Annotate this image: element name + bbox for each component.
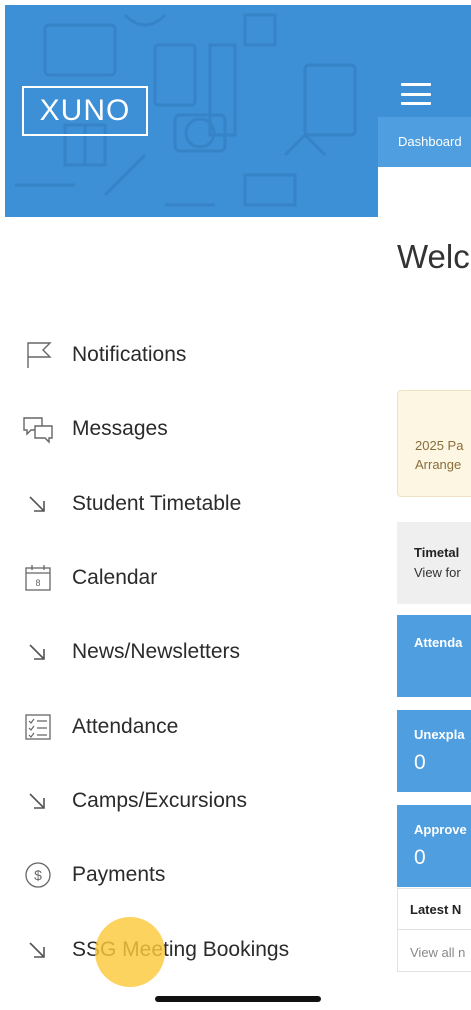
menu-item-label: Payments	[72, 863, 166, 887]
menu-item-calendar[interactable]: 8 Calendar	[0, 541, 378, 615]
checklist-icon	[22, 711, 54, 743]
menu-item-label: News/Newsletters	[72, 640, 241, 664]
menu-item-label: Messages	[72, 417, 168, 441]
hamburger-menu-icon[interactable]	[401, 83, 431, 105]
timetable-tile[interactable]: Timetal View for	[397, 522, 471, 604]
menu-item-camps-excursions[interactable]: Camps/Excursions	[0, 764, 378, 838]
menu-item-ssg-meeting-bookings[interactable]: SSG Meeting Bookings	[0, 912, 378, 986]
menu-item-payments[interactable]: $ Payments	[0, 838, 378, 912]
app-bar	[373, 5, 471, 117]
menu-item-label: Notifications	[72, 343, 187, 367]
menu-item-label: Student Timetable	[72, 491, 242, 515]
latest-news-header: Latest N	[397, 888, 471, 930]
menu-item-messages[interactable]: Messages	[0, 392, 378, 466]
breadcrumb-dashboard[interactable]: Dashboard	[398, 134, 462, 149]
view-all-row[interactable]: View all n	[397, 930, 471, 972]
approved-tile-value: 0	[414, 846, 426, 869]
latest-news-title: Latest N	[410, 902, 462, 917]
dashboard-panel: Dashboard Welco 2025 Pa Arrange Timetal …	[372, 0, 471, 1010]
notice-banner[interactable]: 2025 Pa Arrange	[397, 390, 471, 497]
arrow-down-right-icon	[22, 785, 54, 817]
drawer-header: XUNO	[5, 5, 378, 217]
menu-item-label: Calendar	[72, 566, 158, 590]
view-all-link[interactable]: View all n	[410, 945, 465, 960]
notice-line-2: Arrange	[415, 457, 462, 472]
menu-item-attendance[interactable]: Attendance	[0, 689, 378, 763]
calendar-icon-day: 8	[35, 578, 40, 588]
approved-tile[interactable]: Approve 0	[397, 805, 471, 887]
menu-item-notifications[interactable]: Notifications	[0, 318, 378, 392]
arrow-down-right-icon	[22, 488, 54, 520]
page-title: Welco	[397, 238, 471, 275]
xuno-logo: XUNO	[22, 86, 148, 136]
navigation-drawer: XUNO Notifications Messages Student Time…	[0, 0, 378, 1010]
menu-item-label: SSG Meeting Bookings	[72, 937, 290, 961]
dollar-glyph: $	[34, 867, 42, 883]
logo-text: XUNO	[39, 94, 131, 127]
chat-bubbles-icon	[22, 413, 54, 445]
timetable-tile-title: Timetal	[414, 545, 460, 560]
menu-item-label: Attendance	[72, 714, 179, 738]
timetable-tile-subtitle: View for	[414, 565, 461, 580]
notice-line-1: 2025 Pa	[415, 438, 464, 453]
flag-icon	[22, 339, 54, 371]
calendar-icon: 8	[22, 562, 54, 594]
drawer-menu: Notifications Messages Student Timetable	[0, 318, 378, 987]
attendance-tile[interactable]: Attenda	[397, 615, 471, 697]
arrow-down-right-icon	[22, 934, 54, 966]
dollar-circle-icon: $	[22, 859, 54, 891]
unexplained-tile[interactable]: Unexpla 0	[397, 710, 471, 792]
home-indicator[interactable]	[155, 996, 321, 1002]
approved-tile-title: Approve	[414, 822, 467, 837]
unexplained-tile-title: Unexpla	[414, 727, 465, 742]
arrow-down-right-icon	[22, 636, 54, 668]
menu-item-student-timetable[interactable]: Student Timetable	[0, 467, 378, 541]
unexplained-tile-value: 0	[414, 751, 426, 774]
menu-item-label: Camps/Excursions	[72, 788, 248, 812]
breadcrumb: Dashboard	[373, 117, 471, 167]
attendance-tile-title: Attenda	[414, 635, 463, 650]
menu-item-news-newsletters[interactable]: News/Newsletters	[0, 615, 378, 689]
